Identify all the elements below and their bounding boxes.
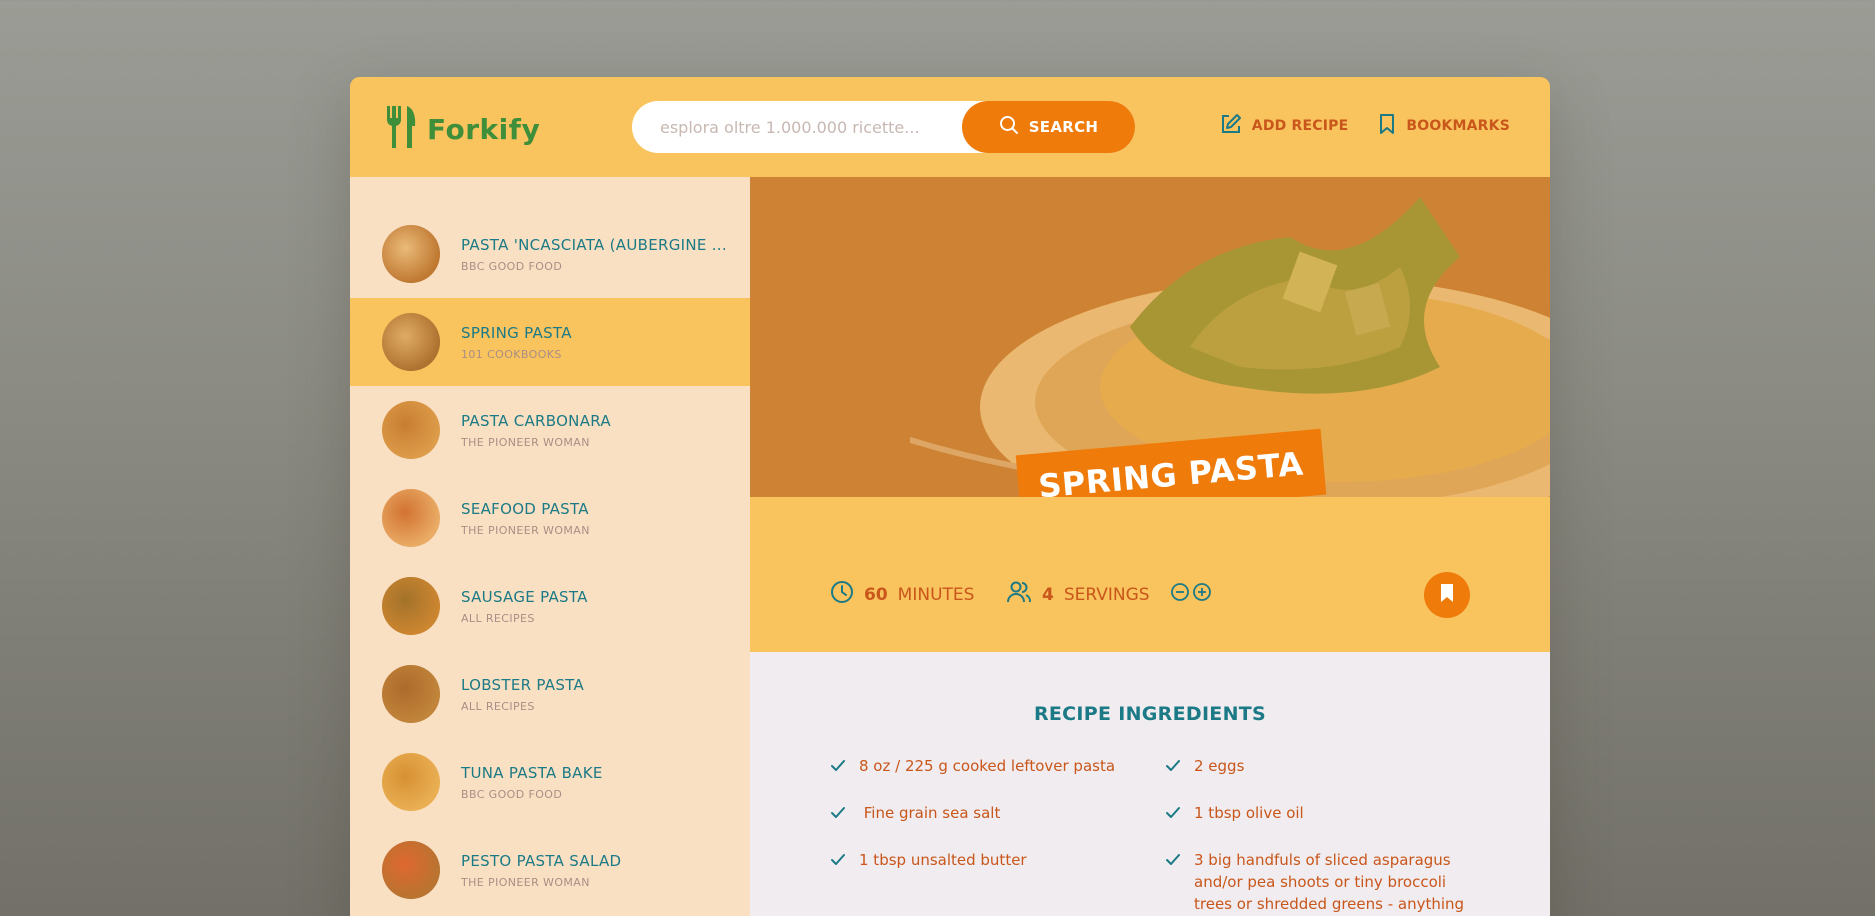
result-publisher: 101 COOKBOOKS xyxy=(461,347,562,361)
cooking-time-unit: MINUTES xyxy=(897,584,975,605)
add-recipe-label: ADD RECIPE xyxy=(1251,118,1349,134)
ingredient-item: Fine grain sea salt xyxy=(830,802,1140,824)
add-recipe-button[interactable]: ADD RECIPE xyxy=(1220,113,1349,139)
result-item[interactable]: PESTO PASTA SALAD THE PIONEER WOMAN xyxy=(350,826,750,914)
bookmarks-button[interactable]: BOOKMARKS xyxy=(1378,113,1510,139)
result-title: SPRING PASTA xyxy=(461,323,572,342)
result-title: SAUSAGE PASTA xyxy=(461,587,588,606)
result-thumbnail xyxy=(382,753,440,811)
edit-icon xyxy=(1220,113,1242,139)
search-form: SEARCH xyxy=(632,101,1135,153)
result-item[interactable]: SPRING PASTA 101 COOKBOOKS xyxy=(350,298,750,386)
bookmark-recipe-button[interactable] xyxy=(1424,572,1470,618)
ingredients-heading: RECIPE INGREDIENTS xyxy=(1033,703,1267,725)
result-thumbnail xyxy=(382,665,440,723)
forkify-app: Forkify SEARCH ADD RECIPE xyxy=(350,77,1550,916)
fork-knife-icon xyxy=(385,104,417,154)
result-publisher: THE PIONEER WOMAN xyxy=(461,523,590,537)
result-item[interactable]: SAUSAGE PASTA ALL RECIPES xyxy=(350,562,750,650)
result-title: SEAFOOD PASTA xyxy=(461,499,589,518)
result-item[interactable]: PASTA CARBONARA THE PIONEER WOMAN xyxy=(350,386,750,474)
result-thumbnail xyxy=(382,401,440,459)
cooking-time-value: 60 xyxy=(864,584,888,605)
result-title: TUNA PASTA BAKE xyxy=(461,763,603,782)
ingredient-item: 1 tbsp unsalted butter xyxy=(830,849,1140,871)
search-button[interactable]: SEARCH xyxy=(962,101,1135,153)
bookmark-icon xyxy=(1378,113,1396,139)
search-input[interactable] xyxy=(660,117,960,137)
search-results: PASTA 'NCASCIATA (AUBERGINE ... BBC GOOD… xyxy=(350,177,750,916)
ingredient-text: 1 tbsp olive oil xyxy=(1194,804,1304,822)
main-nav: ADD RECIPE BOOKMARKS xyxy=(1220,113,1510,139)
check-icon xyxy=(1166,854,1180,865)
search-icon xyxy=(999,115,1019,139)
recipe-ingredients: RECIPE INGREDIENTS 8 oz / 225 g cooked l… xyxy=(750,652,1550,916)
result-publisher: ALL RECIPES xyxy=(461,611,535,625)
ingredient-text: Fine grain sea salt xyxy=(859,804,1001,822)
ingredients-list-right: 2 eggs 1 tbsp olive oil 3 big handfuls o… xyxy=(1165,755,1465,916)
search-button-label: SEARCH xyxy=(1028,118,1099,136)
result-thumbnail xyxy=(382,577,440,635)
decrease-servings-button[interactable] xyxy=(1170,582,1190,607)
users-icon xyxy=(1006,580,1032,609)
increase-servings-button[interactable] xyxy=(1192,582,1212,607)
check-icon xyxy=(1166,760,1180,771)
servings: 4 SERVINGS xyxy=(1006,580,1212,609)
cooking-time: 60 MINUTES xyxy=(830,580,974,609)
logo-text: Forkify xyxy=(427,112,541,146)
recipe-details: 60 MINUTES 4 SERVINGS xyxy=(750,497,1550,652)
servings-unit: SERVINGS xyxy=(1063,584,1150,605)
ingredient-item: 3 big handfuls of sliced asparagus and/o… xyxy=(1165,849,1465,915)
result-thumbnail xyxy=(382,489,440,547)
result-title: PASTA CARBONARA xyxy=(461,411,611,430)
result-thumbnail xyxy=(382,225,440,283)
ingredient-text: 2 eggs xyxy=(1194,757,1245,775)
ingredients-list-left: 8 oz / 225 g cooked leftover pasta Fine … xyxy=(830,755,1140,896)
result-item[interactable]: LOBSTER PASTA ALL RECIPES xyxy=(350,650,750,738)
ingredient-item: 8 oz / 225 g cooked leftover pasta xyxy=(830,755,1140,777)
ingredient-text: 3 big handfuls of sliced asparagus and/o… xyxy=(1194,851,1465,913)
result-thumbnail xyxy=(382,841,440,899)
logo[interactable]: Forkify xyxy=(385,104,540,154)
recipe-view: SPRING PASTA 60 MINUTES 4 SERVINGS RECIP… xyxy=(750,177,1550,916)
result-item[interactable]: SEAFOOD PASTA THE PIONEER WOMAN xyxy=(350,474,750,562)
result-item[interactable]: PASTA 'NCASCIATA (AUBERGINE ... BBC GOOD… xyxy=(350,210,750,298)
servings-value: 4 xyxy=(1042,584,1054,605)
result-publisher: BBC GOOD FOOD xyxy=(461,259,563,273)
result-publisher: THE PIONEER WOMAN xyxy=(461,875,590,889)
check-icon xyxy=(1166,807,1180,818)
result-publisher: ALL RECIPES xyxy=(461,699,535,713)
result-title: PESTO PASTA SALAD xyxy=(461,851,622,870)
ingredient-text: 1 tbsp unsalted butter xyxy=(859,851,1027,869)
check-icon xyxy=(831,807,845,818)
result-title: PASTA 'NCASCIATA (AUBERGINE ... xyxy=(461,235,727,254)
result-publisher: BBC GOOD FOOD xyxy=(461,787,563,801)
ingredient-text: 8 oz / 225 g cooked leftover pasta xyxy=(859,757,1116,775)
ingredient-item: 1 tbsp olive oil xyxy=(1165,802,1465,824)
ingredient-item: 2 eggs xyxy=(1165,755,1465,777)
bookmarks-label: BOOKMARKS xyxy=(1406,118,1510,134)
check-icon xyxy=(831,854,845,865)
clock-icon xyxy=(830,580,854,609)
app-header: Forkify SEARCH ADD RECIPE xyxy=(350,77,1550,177)
result-publisher: THE PIONEER WOMAN xyxy=(461,435,590,449)
result-item[interactable]: TUNA PASTA BAKE BBC GOOD FOOD xyxy=(350,738,750,826)
check-icon xyxy=(831,760,845,771)
bookmark-fill-icon xyxy=(1439,583,1455,607)
result-title: LOBSTER PASTA xyxy=(461,675,585,694)
result-thumbnail xyxy=(382,313,440,371)
